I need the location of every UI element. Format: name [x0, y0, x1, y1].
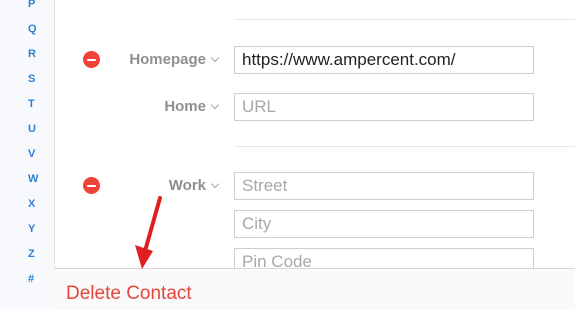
index-letter-s[interactable]: S	[0, 73, 54, 85]
index-letter-v[interactable]: V	[0, 148, 54, 160]
homepage-label-selector[interactable]: Homepage	[129, 51, 220, 68]
home-url-field[interactable]: URL	[234, 93, 534, 121]
red-arrow-icon	[135, 196, 162, 269]
index-letter-q[interactable]: Q	[0, 23, 54, 35]
footer-bar: Delete Contact	[54, 268, 575, 310]
index-letter-p[interactable]: P	[0, 0, 54, 10]
remove-work-address-button[interactable]	[83, 177, 100, 194]
homepage-url-field[interactable]: https://www.ampercent.com/	[234, 46, 534, 74]
homepage-label: Homepage	[129, 51, 206, 68]
index-letter-x[interactable]: X	[0, 198, 54, 210]
home-label-selector[interactable]: Home	[164, 98, 220, 115]
section-divider	[234, 19, 575, 20]
remove-homepage-button[interactable]	[83, 51, 100, 68]
index-letter-hash[interactable]: #	[0, 273, 54, 285]
alphabet-index: P Q R S T U V W X Y Z #	[0, 0, 55, 309]
street-field[interactable]: Street	[234, 172, 534, 200]
section-divider	[234, 146, 575, 147]
city-field[interactable]: City	[234, 210, 534, 238]
delete-contact-button[interactable]: Delete Contact	[66, 283, 192, 305]
home-label: Home	[164, 98, 206, 115]
index-letter-r[interactable]: R	[0, 48, 54, 60]
index-letter-z[interactable]: Z	[0, 248, 54, 260]
chevron-down-icon	[210, 100, 220, 109]
index-letter-y[interactable]: Y	[0, 223, 54, 235]
index-letter-u[interactable]: U	[0, 123, 54, 135]
work-label-selector[interactable]: Work	[168, 177, 220, 194]
chevron-down-icon	[210, 179, 220, 188]
index-letter-t[interactable]: T	[0, 98, 54, 110]
index-letter-w[interactable]: W	[0, 173, 54, 185]
work-label: Work	[168, 177, 206, 194]
chevron-down-icon	[210, 53, 220, 62]
